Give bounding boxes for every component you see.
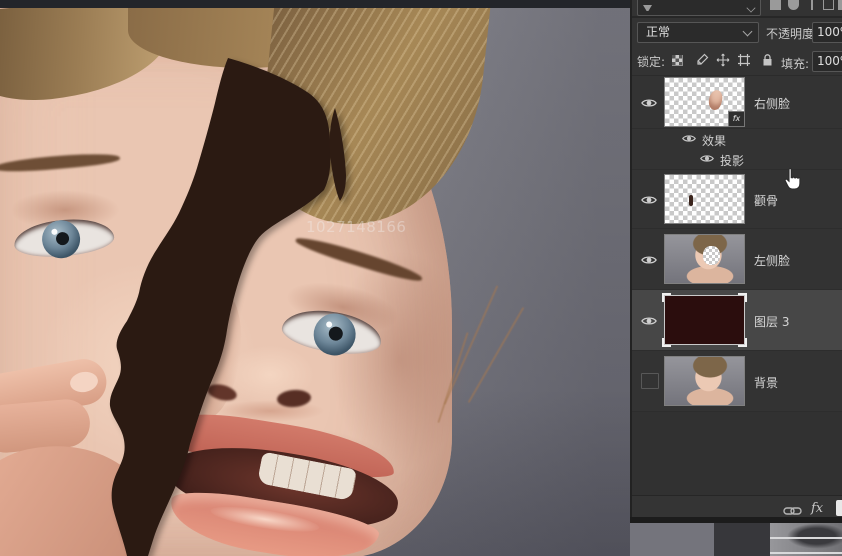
opacity-label: 不透明度: bbox=[766, 27, 819, 41]
layer-name[interactable]: 背景 bbox=[754, 374, 778, 391]
layers-list: fx 右侧脸 效果 投影 颧骨 左侧脸 图层 3 背景 bbox=[632, 76, 842, 495]
layer-thumbnail[interactable] bbox=[662, 293, 747, 347]
layer-filter-dropdown[interactable] bbox=[637, 0, 761, 16]
filter-adjustment-layers-icon[interactable] bbox=[788, 0, 799, 10]
blend-mode-select[interactable]: 正常 bbox=[637, 22, 759, 43]
visibility-toggle[interactable] bbox=[638, 194, 660, 206]
hand-cursor bbox=[783, 168, 801, 190]
painted-crack-shape bbox=[109, 58, 346, 556]
watermark-text: 1027148166 bbox=[306, 218, 407, 236]
effects-row[interactable]: 效果 bbox=[632, 129, 842, 149]
drop-shadow-label[interactable]: 投影 bbox=[720, 152, 744, 169]
photoshop-workspace: 1027148166 正常 不透明度: 100% bbox=[0, 0, 842, 556]
layer-name[interactable]: 图层 3 bbox=[754, 313, 789, 330]
visibility-toggle[interactable] bbox=[638, 97, 660, 109]
fill-value: 100% bbox=[817, 54, 842, 68]
filter-pixel-layers-icon[interactable] bbox=[770, 0, 781, 10]
drop-shadow-row[interactable]: 投影 bbox=[632, 149, 842, 170]
visibility-toggle-off[interactable] bbox=[641, 373, 659, 389]
selection-bracket bbox=[662, 293, 671, 302]
lock-artboard-icon[interactable] bbox=[737, 53, 751, 67]
layer-filter-bar bbox=[632, 0, 842, 18]
lock-row: 锁定: 填充: 100% bbox=[632, 48, 842, 76]
layer-row-left-face[interactable]: 左侧脸 bbox=[632, 229, 842, 290]
layer-row-layer3[interactable]: 图层 3 bbox=[632, 290, 842, 351]
selection-bracket bbox=[738, 293, 747, 302]
layer-thumbnail[interactable]: fx bbox=[664, 77, 745, 127]
layer-name[interactable]: 左侧脸 bbox=[754, 252, 790, 269]
blend-mode-row: 正常 不透明度: 100% bbox=[632, 18, 842, 48]
selection-bracket bbox=[738, 338, 747, 347]
filter-icon bbox=[643, 5, 652, 11]
blend-mode-value: 正常 bbox=[646, 25, 671, 39]
layers-list-empty-area bbox=[632, 412, 842, 495]
lock-label: 锁定: bbox=[637, 55, 666, 69]
layer-name[interactable]: 右侧脸 bbox=[754, 95, 790, 112]
thumb-transparent-patch bbox=[703, 246, 720, 265]
fill-label: 填充: bbox=[781, 57, 810, 71]
add-layer-mask-icon[interactable] bbox=[836, 500, 842, 516]
lock-position-icon[interactable] bbox=[716, 53, 730, 67]
thumbnail-divider bbox=[770, 537, 842, 539]
window-fragment bbox=[714, 523, 770, 556]
chevron-down-icon bbox=[746, 3, 756, 13]
layer-row-cheekbone[interactable]: 颧骨 bbox=[632, 170, 842, 229]
lock-all-icon[interactable] bbox=[761, 53, 775, 67]
layer-row-background[interactable]: 背景 bbox=[632, 351, 842, 412]
filter-type-layers-icon[interactable] bbox=[806, 0, 817, 10]
selection-bracket bbox=[662, 338, 671, 347]
lock-image-pixels-icon[interactable] bbox=[695, 53, 709, 67]
fx-badge-icon: fx bbox=[728, 111, 745, 127]
visibility-toggle[interactable] bbox=[638, 254, 660, 266]
layer-style-fx-button[interactable]: fx bbox=[811, 501, 823, 516]
pasteboard-fragment bbox=[630, 523, 714, 556]
area-below-panel bbox=[630, 523, 842, 556]
lock-transparent-pixels-icon[interactable] bbox=[672, 55, 683, 66]
visibility-toggle[interactable] bbox=[700, 153, 714, 164]
chevron-down-icon bbox=[742, 26, 753, 37]
thumb-paint-mark bbox=[689, 195, 693, 206]
opacity-input[interactable]: 100% bbox=[812, 22, 842, 43]
layer-thumbnail[interactable] bbox=[664, 234, 745, 284]
layer-thumbnail[interactable] bbox=[664, 174, 745, 224]
layer-name[interactable]: 颧骨 bbox=[754, 192, 778, 209]
effects-label[interactable]: 效果 bbox=[702, 132, 726, 149]
fill-input[interactable]: 100% bbox=[812, 51, 842, 72]
opacity-value: 100% bbox=[817, 25, 842, 39]
layers-panel: 正常 不透明度: 100% 锁定: 填充: bbox=[630, 0, 842, 523]
filter-shape-layers-icon[interactable] bbox=[823, 0, 834, 10]
visibility-toggle[interactable] bbox=[682, 133, 696, 144]
layer-thumbnail[interactable] bbox=[664, 356, 745, 406]
layer-row-right-face[interactable]: fx 右侧脸 bbox=[632, 76, 842, 129]
thumb-face-fragment bbox=[706, 88, 725, 112]
visibility-toggle[interactable] bbox=[638, 315, 660, 327]
thumbnail-divider bbox=[770, 552, 842, 554]
document-canvas[interactable]: 1027148166 bbox=[0, 0, 630, 556]
filter-smart-object-icon[interactable] bbox=[838, 0, 842, 10]
